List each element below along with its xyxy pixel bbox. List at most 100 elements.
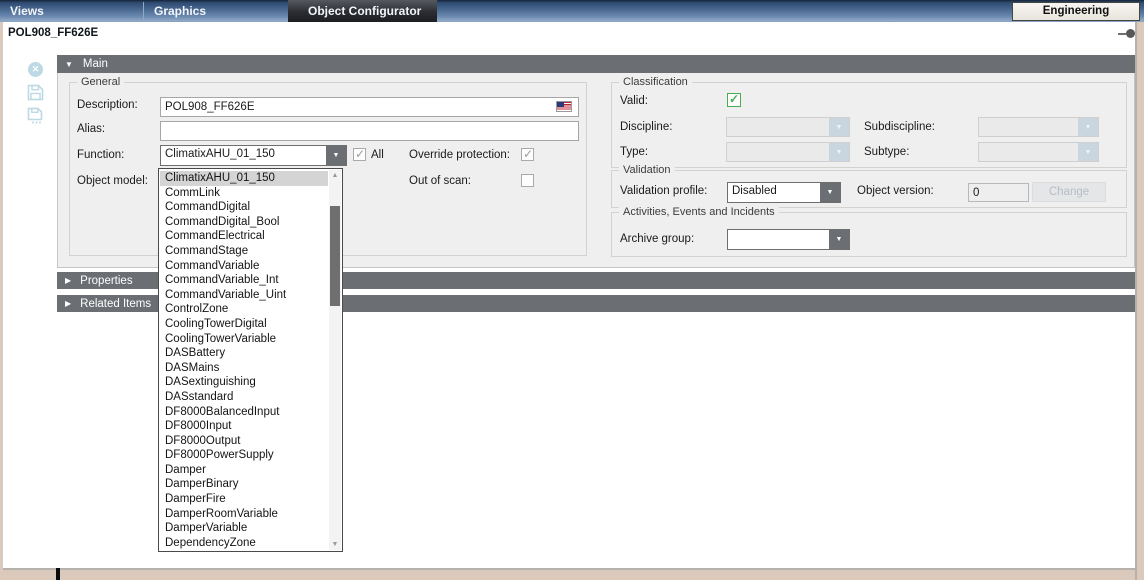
subdiscipline-dropdown-value [979, 118, 1078, 136]
function-combobox-value: ClimatixAHU_01_150 [161, 146, 326, 165]
us-flag-icon [556, 101, 572, 112]
function-dropdown-item[interactable]: DamperRoomVariable [160, 507, 328, 522]
all-checkbox-label: All [371, 149, 384, 161]
archive-group-value [728, 230, 829, 249]
change-button[interactable]: Change [1032, 182, 1106, 202]
function-dropdown-item[interactable]: DASBattery [160, 346, 328, 361]
function-dropdown-item[interactable]: DependencyZone [160, 536, 328, 551]
subdiscipline-dropdown[interactable]: ▼ [978, 117, 1099, 137]
top-tab-bar: Views Graphics Object Configurator Engin… [0, 0, 1144, 22]
tab-object-configurator[interactable]: Object Configurator [288, 0, 437, 22]
function-dropdown-item[interactable]: DF8000BalancedInput [160, 405, 328, 420]
discipline-label: Discipline: [620, 121, 672, 133]
validation-profile-label: Validation profile: [620, 185, 707, 197]
function-dropdown-item[interactable]: CommandDigital_Bool [160, 215, 328, 230]
activities-groupbox: Activities, Events and Incidents Archive… [611, 212, 1127, 257]
description-input[interactable] [160, 97, 579, 117]
out-of-scan-checkbox[interactable] [521, 174, 534, 187]
chevron-down-icon: ▼ [1078, 143, 1098, 161]
function-dropdown-item[interactable]: ControlZone [160, 302, 328, 317]
function-dropdown-item[interactable]: CommLink [160, 186, 328, 201]
classification-group-title: Classification [619, 76, 692, 88]
main-expander-title: Main [83, 58, 108, 70]
tab-views[interactable]: Views [0, 0, 143, 22]
chevron-right-icon [65, 276, 71, 285]
validation-group-title: Validation [619, 164, 675, 176]
function-dropdown-item[interactable]: DASMains [160, 361, 328, 376]
archive-group-dropdown[interactable]: ▼ [727, 229, 850, 250]
dropdown-scrollbar[interactable] [329, 170, 341, 550]
tab-graphics[interactable]: Graphics [144, 0, 288, 22]
function-dropdown-item[interactable]: DamperVariable [160, 521, 328, 536]
classification-groupbox: Classification Valid: Discipline: ▼ Subd… [611, 82, 1127, 168]
function-dropdown-item[interactable]: CoolingTowerVariable [160, 332, 328, 347]
override-protection-label: Override protection: [409, 149, 510, 161]
subdiscipline-label: Subdiscipline: [864, 121, 935, 133]
chevron-down-icon: ▼ [829, 118, 849, 136]
valid-label: Valid: [620, 95, 648, 107]
function-dropdown-item[interactable]: CommandVariable_Int [160, 273, 328, 288]
function-dropdown-item[interactable]: DF8000PowerSupply [160, 448, 328, 463]
alias-label: Alias: [77, 123, 105, 135]
valid-checkbox[interactable] [727, 93, 741, 107]
object-version-field [968, 183, 1029, 202]
archive-group-label: Archive group: [620, 233, 694, 245]
discipline-dropdown[interactable]: ▼ [726, 117, 850, 137]
function-dropdown-item[interactable]: DASextinguishing [160, 375, 328, 390]
function-dropdown-item[interactable]: CommandDigital [160, 200, 328, 215]
chevron-down-icon [65, 60, 73, 69]
function-dropdown-item[interactable]: CommandStage [160, 244, 328, 259]
window-frame-bottom [0, 568, 1144, 580]
function-combobox[interactable]: ClimatixAHU_01_150 ▼ [160, 145, 347, 166]
function-dropdown-item[interactable]: ClimatixAHU_01_150 [160, 171, 328, 186]
validation-profile-dropdown[interactable]: Disabled ▼ [727, 182, 841, 203]
window-frame-right [1135, 22, 1144, 580]
chevron-right-icon [65, 299, 71, 308]
type-dropdown-value [727, 143, 829, 161]
function-dropdown-item[interactable]: DF8000Input [160, 419, 328, 434]
close-icon[interactable] [28, 62, 43, 77]
type-dropdown[interactable]: ▼ [726, 142, 850, 162]
general-group-title: General [77, 76, 124, 88]
object-model-label: Object model: [77, 175, 148, 187]
properties-expander-label: Properties [80, 275, 132, 287]
function-dropdown-item[interactable]: Damper [160, 463, 328, 478]
scroll-down-icon[interactable] [329, 541, 341, 548]
function-dropdown-item[interactable]: DamperFire [160, 492, 328, 507]
function-dropdown-item[interactable]: CommandVariable_Uint [160, 288, 328, 303]
chevron-down-icon[interactable]: ▼ [326, 146, 346, 165]
related-items-expander-label: Related Items [80, 298, 151, 310]
scroll-up-icon[interactable] [329, 172, 341, 179]
validation-profile-value: Disabled [728, 183, 820, 202]
scrollbar-thumb[interactable] [330, 206, 340, 306]
chevron-down-icon[interactable]: ▼ [829, 230, 849, 249]
type-label: Type: [620, 146, 648, 158]
function-dropdown-list: ClimatixAHU_01_150CommLinkCommandDigital… [158, 168, 343, 552]
alias-input[interactable] [160, 121, 579, 141]
chevron-down-icon[interactable]: ▼ [820, 183, 840, 202]
all-checkbox[interactable] [353, 148, 366, 161]
breadcrumb: POL908_FF626E [8, 27, 98, 39]
function-dropdown-item[interactable]: DF8000Output [160, 434, 328, 449]
engineering-mode-button[interactable]: Engineering [1012, 2, 1140, 21]
function-dropdown-item[interactable]: CoolingTowerDigital [160, 317, 328, 332]
function-dropdown-item[interactable]: DASstandard [160, 390, 328, 405]
function-dropdown-item[interactable]: CommandElectrical [160, 229, 328, 244]
save-icon[interactable] [27, 84, 44, 101]
function-dropdown-item[interactable]: DamperBinary [160, 477, 328, 492]
pin-icon[interactable] [1118, 29, 1135, 39]
function-dropdown-items: ClimatixAHU_01_150CommLinkCommandDigital… [160, 171, 328, 550]
discipline-dropdown-value [727, 118, 829, 136]
override-protection-checkbox[interactable] [521, 148, 534, 161]
subtype-dropdown[interactable]: ▼ [978, 142, 1099, 162]
out-of-scan-label: Out of scan: [409, 175, 471, 187]
save-as-icon[interactable] [27, 107, 44, 124]
chevron-down-icon: ▼ [1078, 118, 1098, 136]
main-expander-header[interactable]: Main [57, 55, 1135, 73]
activities-group-title: Activities, Events and Incidents [619, 206, 779, 218]
function-label: Function: [77, 149, 124, 161]
subtype-dropdown-value [979, 143, 1078, 161]
window-frame-left [0, 22, 3, 580]
chevron-down-icon: ▼ [829, 143, 849, 161]
function-dropdown-item[interactable]: CommandVariable [160, 259, 328, 274]
